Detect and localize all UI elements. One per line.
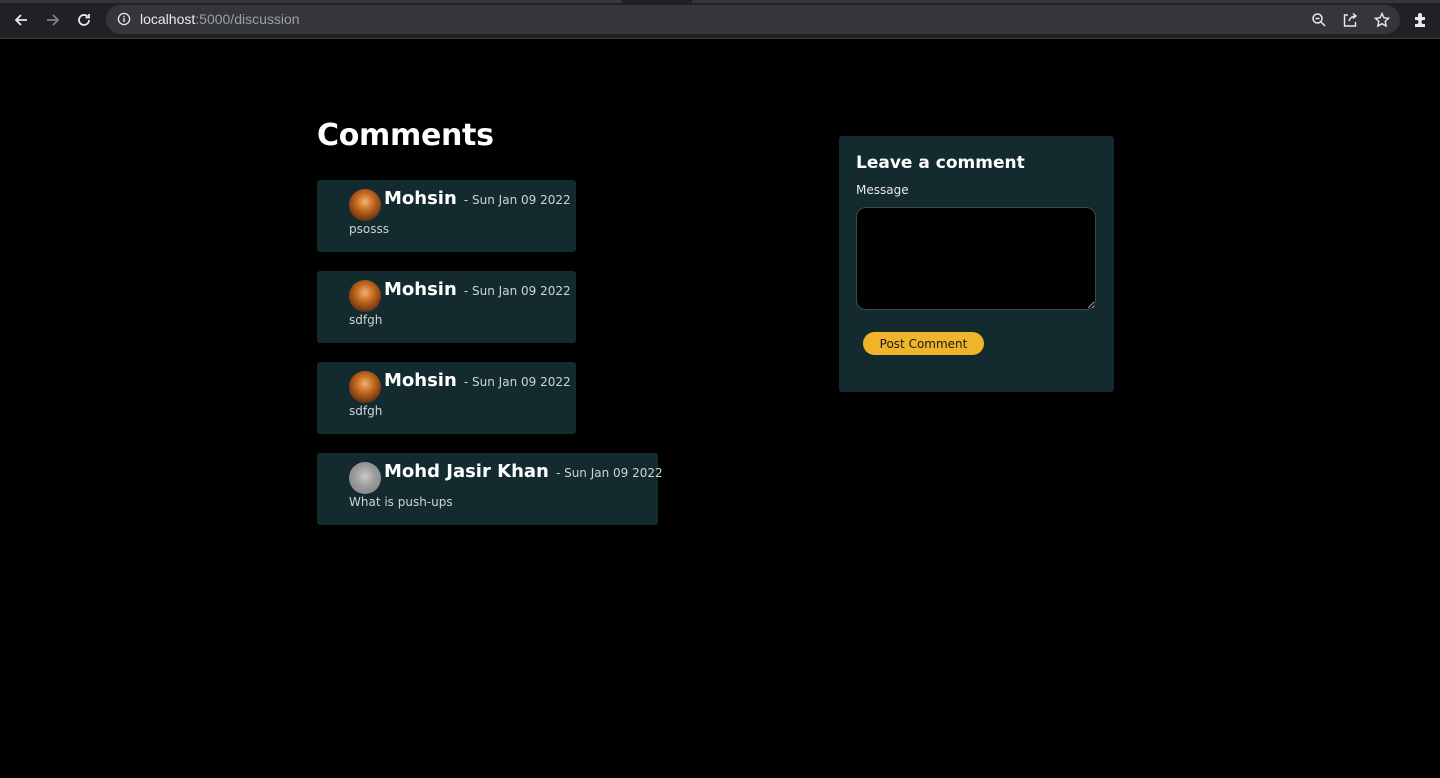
comment-card: Mohd Jasir Khan - Sun Jan 09 2022 What i… bbox=[317, 453, 663, 525]
avatar bbox=[349, 189, 381, 221]
message-textarea[interactable] bbox=[856, 207, 1096, 310]
comment-message: sdfgh bbox=[349, 313, 383, 327]
comment-date: - Sun Jan 09 2022 bbox=[555, 466, 663, 480]
comment-header: Mohsin - Sun Jan 09 2022 bbox=[384, 188, 571, 209]
comment-date: - Sun Jan 09 2022 bbox=[463, 375, 571, 389]
forward-button[interactable] bbox=[41, 8, 65, 32]
url-text[interactable]: localhost:5000/discussion bbox=[140, 11, 300, 27]
comment-header: Mohsin - Sun Jan 09 2022 bbox=[384, 370, 571, 391]
comment-card: Mohsin - Sun Jan 09 2022 psosss bbox=[317, 180, 576, 252]
message-label: Message bbox=[856, 183, 909, 197]
arrow-left-icon bbox=[14, 14, 27, 26]
discussion-page: Comments Mohsin - Sun Jan 09 2022 psosss… bbox=[0, 40, 1440, 778]
address-bar[interactable]: localhost:5000/discussion bbox=[106, 5, 1400, 34]
arrow-right-icon bbox=[47, 14, 60, 26]
extensions-icon[interactable] bbox=[1412, 11, 1430, 29]
comment-form: Leave a comment Message Post Comment bbox=[839, 136, 1114, 392]
comment-date: - Sun Jan 09 2022 bbox=[463, 284, 571, 298]
comment-author: Mohd Jasir Khan bbox=[384, 461, 549, 482]
reload-icon bbox=[78, 14, 90, 26]
post-comment-button[interactable]: Post Comment bbox=[863, 332, 984, 355]
reload-button[interactable] bbox=[72, 8, 96, 32]
avatar bbox=[349, 462, 381, 494]
info-icon[interactable] bbox=[117, 12, 131, 26]
comment-card: Mohsin - Sun Jan 09 2022 sdfgh bbox=[317, 362, 576, 434]
comment-card: Mohsin - Sun Jan 09 2022 sdfgh bbox=[317, 271, 576, 343]
bookmark-star-icon[interactable] bbox=[1374, 12, 1390, 28]
comment-message: What is push-ups bbox=[349, 495, 453, 509]
url-path: :5000/discussion bbox=[195, 11, 300, 27]
back-button[interactable] bbox=[9, 8, 33, 32]
browser-toolbar: localhost:5000/discussion bbox=[0, 0, 1440, 39]
comment-author: Mohsin bbox=[384, 279, 457, 300]
comment-message: psosss bbox=[349, 222, 389, 236]
comment-author: Mohsin bbox=[384, 188, 457, 209]
zoom-icon[interactable] bbox=[1311, 12, 1327, 28]
comment-author: Mohsin bbox=[384, 370, 457, 391]
tab-strip bbox=[0, 0, 1440, 3]
comment-message: sdfgh bbox=[349, 404, 383, 418]
comment-date: - Sun Jan 09 2022 bbox=[463, 193, 571, 207]
url-host: localhost bbox=[140, 11, 196, 27]
form-title: Leave a comment bbox=[856, 153, 1025, 173]
comment-header: Mohsin - Sun Jan 09 2022 bbox=[384, 279, 571, 300]
avatar bbox=[349, 280, 381, 312]
share-icon[interactable] bbox=[1342, 12, 1358, 28]
avatar bbox=[349, 371, 381, 403]
comment-header: Mohd Jasir Khan - Sun Jan 09 2022 bbox=[384, 461, 663, 482]
comments-heading: Comments bbox=[317, 118, 494, 153]
